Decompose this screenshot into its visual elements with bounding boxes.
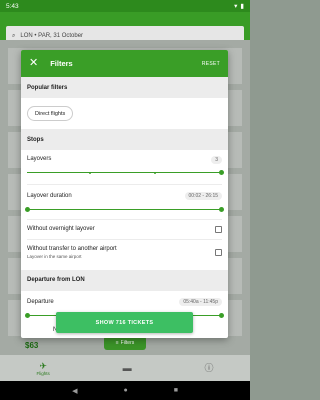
slider-tick xyxy=(89,171,92,174)
nav-item-flights[interactable]: ✈ Flights xyxy=(36,361,49,376)
departure-value: 05:40a - 11:45p xyxy=(179,297,222,306)
airport-transfer-label: Without transfer to another airport xyxy=(27,246,117,253)
back-icon[interactable]: ◀ xyxy=(72,387,77,395)
overnight-layover-checkbox[interactable] xyxy=(215,225,222,233)
popular-filters: Direct flights xyxy=(21,98,228,129)
recents-icon[interactable]: ■ xyxy=(174,387,178,394)
layover-duration-slider[interactable] xyxy=(25,206,224,212)
airport-transfer-sublabel: Layover in the same airport xyxy=(27,254,82,260)
layovers-value: 3 xyxy=(211,156,222,164)
close-icon[interactable]: ✕ xyxy=(29,58,38,69)
layover-duration-filter: Layover duration 00:02 - 26:15 xyxy=(21,185,228,219)
layover-duration-label: Layover duration xyxy=(27,192,72,199)
bottom-navigation: ✈ Flights ▬ ⓘ xyxy=(0,355,250,381)
hotel-icon: ▬ xyxy=(122,363,132,373)
dialog-header: ✕ Filters RESET xyxy=(21,50,228,77)
departure-max-thumb[interactable] xyxy=(219,312,224,318)
layover-duration-value: 00:02 - 26:15 xyxy=(184,191,222,200)
search-icon: ⌕ xyxy=(12,32,16,39)
info-icon: ⓘ xyxy=(204,363,214,373)
departure-min-thumb[interactable] xyxy=(25,312,30,318)
nav-item-info[interactable]: ⓘ xyxy=(205,363,214,373)
overnight-layover-option[interactable]: Without overnight layover xyxy=(21,219,228,239)
reset-button[interactable]: RESET xyxy=(202,61,220,67)
layover-duration-min-thumb[interactable] xyxy=(25,206,30,212)
result-price: $63 xyxy=(25,341,39,350)
airport-transfer-checkbox[interactable] xyxy=(215,249,222,257)
dialog-body[interactable]: Popular filters Direct flights Stops Lay… xyxy=(21,77,228,338)
layovers-slider[interactable] xyxy=(27,170,224,176)
layovers-slider-thumb[interactable] xyxy=(219,170,224,176)
filters-button-label: Filters xyxy=(120,340,135,346)
battery-icon: ▮ xyxy=(240,3,244,10)
status-bar: 5:43 ▾ ▮ xyxy=(0,0,250,12)
slider-tick xyxy=(153,171,156,174)
home-icon[interactable]: ● xyxy=(123,387,127,394)
search-text: LON • PAR, 31 October xyxy=(20,33,84,39)
plane-icon: ✈ xyxy=(39,360,47,371)
layovers-filter: Layovers 3 xyxy=(21,150,228,184)
system-navigation-bar: ◀ ● ■ xyxy=(0,381,250,400)
layovers-label: Layovers xyxy=(27,156,52,162)
status-time: 5:43 xyxy=(6,2,19,10)
section-heading-departure: Departure from LON xyxy=(21,269,228,291)
dialog-title: Filters xyxy=(50,59,73,68)
app-bar: ⌕ LON • PAR, 31 October xyxy=(0,12,250,46)
filters-dialog: ✕ Filters RESET Popular filters Direct f… xyxy=(21,50,228,338)
overnight-layover-label: Without overnight layover xyxy=(27,226,95,233)
departure-label: Departure xyxy=(27,298,54,305)
nav-item-hotels[interactable]: ▬ xyxy=(123,363,132,373)
direct-flights-chip[interactable]: Direct flights xyxy=(27,106,74,121)
show-tickets-button[interactable]: SHOW 716 TICKETS xyxy=(56,312,193,333)
filter-icon: ≡ xyxy=(115,340,119,346)
section-heading-stops: Stops xyxy=(21,129,228,150)
nav-item-label: Flights xyxy=(36,370,50,376)
section-heading-popular: Popular filters xyxy=(21,77,228,98)
layover-duration-max-thumb[interactable] xyxy=(219,206,224,212)
filters-button[interactable]: ≡ Filters xyxy=(104,336,146,350)
airport-transfer-option[interactable]: Without transfer to another airport Layo… xyxy=(21,240,228,266)
wifi-icon: ▾ xyxy=(234,3,238,10)
